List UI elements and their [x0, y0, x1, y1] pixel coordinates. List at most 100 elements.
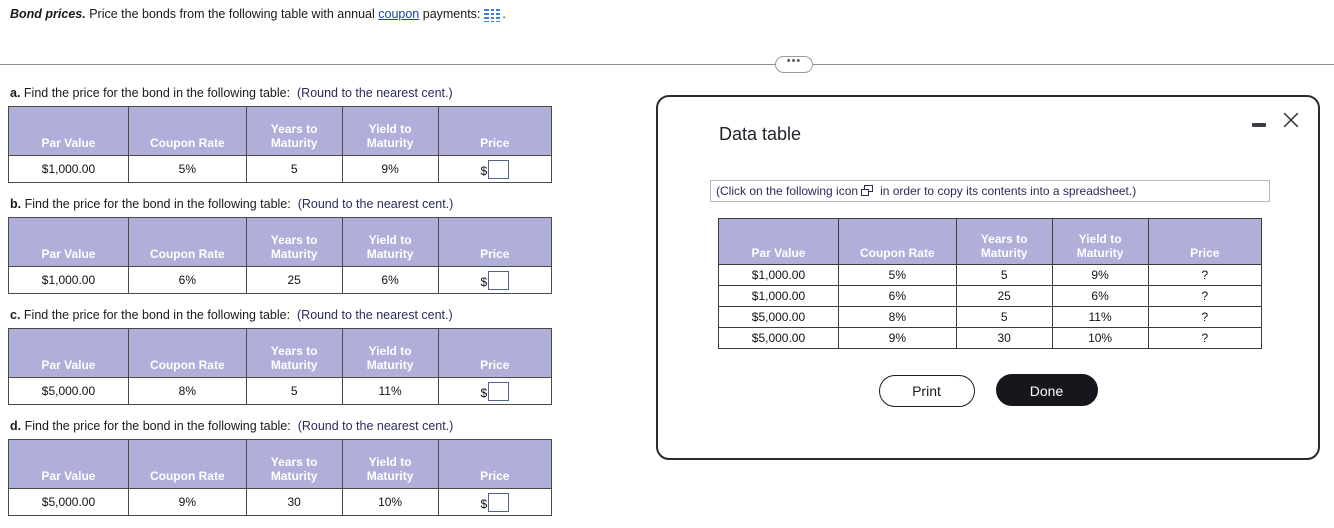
col-header-line: Years to	[270, 455, 318, 469]
col-header-line: Maturity	[1076, 246, 1124, 260]
cell-yield-to-maturity: 6%	[341, 266, 439, 294]
done-button[interactable]: Done	[995, 374, 1098, 406]
cell-par-value: $1,000.00	[718, 264, 839, 286]
minimize-icon[interactable]	[1252, 117, 1267, 131]
col-header-line: Par Value	[41, 247, 96, 261]
col-header-par-value: Par Value	[8, 217, 129, 267]
bond-table-b: Par Value Coupon Rate Years to Maturity Y…	[8, 217, 553, 294]
problem-text-after-link: payments:	[419, 7, 481, 21]
table-row: $5,000.00 9% 30 10% ?	[718, 327, 1263, 349]
question-round-note-d: (Round to the nearest cent.)	[297, 419, 454, 433]
cell-price: $	[437, 155, 553, 183]
dialog-title: Data table	[719, 124, 802, 144]
cell-price: $	[437, 377, 553, 405]
table-header-row: Par Value Coupon Rate Years to Maturity Y…	[8, 217, 553, 267]
data-table-dialog: Data table (Click on the following icon i…	[656, 95, 1320, 460]
table-row: $5,000.00 8% 5 11% ?	[718, 306, 1263, 328]
coupon-link[interactable]: coupon	[378, 7, 419, 21]
cell-years-to-maturity: 5	[245, 377, 343, 405]
table-row: $1,000.00 6% 25 6% ?	[718, 285, 1263, 307]
cell-par-value: $5,000.00	[8, 488, 129, 516]
close-icon[interactable]	[1282, 111, 1300, 129]
price-input-d[interactable]	[488, 492, 510, 512]
col-header-years-to-maturity: Years to Maturity	[245, 439, 343, 489]
cell-coupon-rate: 8%	[127, 377, 247, 405]
problem-title: Bond prices.	[10, 7, 86, 21]
col-header-price: Price	[437, 217, 553, 267]
col-header-line: Price	[480, 136, 510, 150]
table-header-row: Par Value Coupon Rate Years to Maturity Y…	[8, 106, 553, 156]
question-text-b: b. Find the price for the bond in the fo…	[8, 195, 568, 217]
cell-years-to-maturity: 5	[955, 306, 1053, 328]
question-round-note-a: (Round to the nearest cent.)	[297, 86, 453, 100]
questions-column: a. Find the price for the bond in the fo…	[8, 84, 568, 528]
cell-years-to-maturity: 25	[955, 285, 1053, 307]
question-block-d: d. Find the price for the bond in the fo…	[8, 417, 568, 516]
cell-price: ?	[1147, 306, 1263, 328]
bond-table-a: Par Value Coupon Rate Years to Maturity Y…	[8, 106, 553, 183]
question-block-b: b. Find the price for the bond in the fo…	[8, 195, 568, 294]
copy-hint-text: (Click on the following icon in order to …	[716, 184, 1136, 198]
question-text-d: d. Find the price for the bond in the fo…	[8, 417, 568, 439]
col-header-line: Coupon Rate	[149, 469, 225, 483]
col-header-line: Maturity	[270, 247, 318, 261]
col-header-line: Maturity	[270, 469, 318, 483]
cell-years-to-maturity: 30	[955, 327, 1053, 349]
question-round-note-b: (Round to the nearest cent.)	[297, 197, 454, 211]
col-header-yield-to-maturity: Yield to Maturity	[341, 439, 439, 489]
col-header-line: Maturity	[366, 358, 414, 372]
col-header-line: Years to	[270, 344, 318, 358]
copy-icon[interactable]	[861, 185, 874, 197]
question-label-b: b.	[10, 197, 22, 211]
question-label-d: d.	[10, 419, 22, 433]
question-label-a: a.	[10, 86, 21, 100]
col-header-line: Maturity	[366, 247, 414, 261]
col-header-years-to-maturity: Years to Maturity	[245, 106, 343, 156]
problem-trailing-period: .	[502, 7, 506, 21]
copy-hint-suffix: in order to copy its contents into a spr…	[880, 184, 1137, 198]
col-header-yield-to-maturity: Yield to Maturity	[341, 328, 439, 378]
copy-icon-front	[861, 189, 870, 196]
table-header-row: Par Value Coupon Rate Years to Maturity Y…	[718, 218, 1263, 265]
cell-price: ?	[1147, 264, 1263, 286]
print-button[interactable]: Print	[878, 375, 975, 407]
col-header-coupon-rate: Coupon Rate	[127, 439, 247, 489]
table-grid-icon[interactable]	[484, 7, 501, 22]
col-header-line: Maturity	[270, 136, 318, 150]
col-header-par-value: Par Value	[8, 328, 129, 378]
col-header-coupon-rate: Coupon Rate	[127, 328, 247, 378]
cell-price: ?	[1147, 327, 1263, 349]
price-input-b[interactable]	[488, 270, 510, 290]
bond-table-c: Par Value Coupon Rate Years to Maturity Y…	[8, 328, 553, 405]
cell-years-to-maturity: 25	[245, 266, 343, 294]
col-header-coupon-rate: Coupon Rate	[837, 218, 957, 265]
cell-par-value: $5,000.00	[718, 306, 839, 328]
table-row: $1,000.00 5% 5 9% $	[8, 155, 553, 183]
col-header-line: Coupon Rate	[859, 246, 935, 260]
cell-coupon-rate: 9%	[127, 488, 247, 516]
col-header-coupon-rate: Coupon Rate	[127, 217, 247, 267]
dialog-actions: Print Done	[658, 374, 1318, 407]
col-header-price: Price	[437, 439, 553, 489]
cell-par-value: $5,000.00	[718, 327, 839, 349]
col-header-price: Price	[437, 328, 553, 378]
col-header-line: Yield to	[1078, 232, 1122, 246]
cell-yield-to-maturity: 10%	[1051, 327, 1149, 349]
col-header-line: Coupon Rate	[149, 136, 225, 150]
divider-more-pill[interactable]: •••	[775, 56, 813, 73]
col-header-line: Par Value	[41, 358, 96, 372]
col-header-line: Price	[480, 469, 510, 483]
cell-coupon-rate: 5%	[127, 155, 247, 183]
section-divider: •••	[0, 55, 1334, 75]
col-header-line: Yield to	[368, 233, 412, 247]
cell-par-value: $1,000.00	[8, 155, 129, 183]
col-header-yield-to-maturity: Yield to Maturity	[341, 106, 439, 156]
price-input-c[interactable]	[488, 381, 510, 401]
bond-table-d: Par Value Coupon Rate Years to Maturity Y…	[8, 439, 553, 516]
table-row: $1,000.00 5% 5 9% ?	[718, 264, 1263, 286]
col-header-line: Par Value	[751, 246, 806, 260]
cell-coupon-rate: 9%	[837, 327, 957, 349]
price-input-a[interactable]	[488, 159, 510, 179]
col-header-yield-to-maturity: Yield to Maturity	[1051, 218, 1149, 265]
cell-par-value: $1,000.00	[8, 266, 129, 294]
